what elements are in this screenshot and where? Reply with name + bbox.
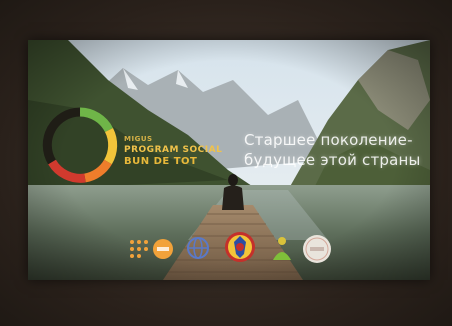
brand-text: MIGUS PROGRAM SOCIAL BUN DE TOT [124, 134, 222, 167]
moldova-coat-of-arms-logo [225, 232, 255, 262]
partner-logos [128, 230, 358, 270]
slogan-line-2: будущее этой страны [244, 151, 421, 169]
brand-line-2: PROGRAM SOCIAL [124, 145, 223, 155]
brand-line-1: MIGUS [124, 135, 153, 143]
slogan-line-1: Старшее поколение- [244, 131, 413, 149]
dots-grid-icon [130, 240, 148, 258]
projector-room-wall: MIGUS PROGRAM SOCIAL BUN DE TOT Старшее … [0, 0, 452, 326]
round-white-seal-logo [303, 235, 331, 263]
slogan: Старшее поколение- будущее этой страны [244, 130, 424, 170]
green-figure-logo [273, 237, 291, 260]
world-globe-logo [187, 237, 209, 259]
brand-line-3: BUN DE TOT [124, 156, 198, 167]
unfpa-logo [153, 239, 173, 259]
projected-slide: MIGUS PROGRAM SOCIAL BUN DE TOT Старшее … [28, 40, 430, 280]
